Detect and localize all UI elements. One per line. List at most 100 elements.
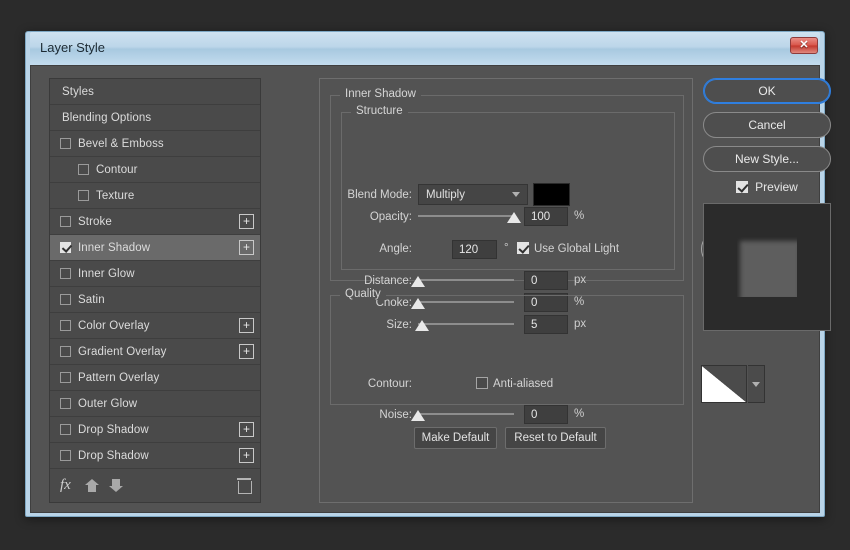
new-style-button[interactable]: New Style... bbox=[703, 146, 831, 172]
noise-unit: % bbox=[574, 408, 584, 420]
effect-enable-checkbox[interactable] bbox=[60, 320, 71, 331]
effects-list-item-bevel-emboss[interactable]: Bevel & Emboss bbox=[50, 131, 260, 157]
opacity-unit: % bbox=[574, 210, 584, 222]
quality-group-title: Quality bbox=[340, 288, 386, 300]
effects-list-item-label: Inner Glow bbox=[78, 268, 135, 280]
move-up-icon[interactable] bbox=[85, 478, 99, 493]
anti-aliased-checkbox[interactable] bbox=[476, 377, 488, 389]
effects-list-item-label: Drop Shadow bbox=[78, 450, 149, 462]
effect-enable-checkbox[interactable] bbox=[60, 346, 71, 357]
angle-unit: ° bbox=[504, 242, 509, 254]
preview-thumbnail bbox=[703, 203, 831, 331]
effects-list-item-pattern-overlay[interactable]: Pattern Overlay bbox=[50, 365, 260, 391]
fx-icon[interactable]: fx bbox=[60, 477, 71, 494]
use-global-light-checkbox[interactable] bbox=[517, 242, 529, 254]
blend-mode-value: Multiply bbox=[426, 189, 465, 201]
effect-enable-checkbox[interactable] bbox=[60, 424, 71, 435]
effects-list-item-label: Contour bbox=[96, 164, 138, 176]
add-effect-instance-button[interactable]: + bbox=[239, 448, 254, 463]
angle-input[interactable]: 120 bbox=[452, 240, 497, 259]
dialog-body: Styles Blending Options Bevel & Emboss Cont… bbox=[30, 65, 820, 513]
effects-list-item-label: Blending Options bbox=[62, 112, 151, 124]
effects-list-item-blending-options[interactable]: Blending Options bbox=[50, 105, 260, 131]
distance-unit: px bbox=[574, 274, 586, 286]
effect-enable-checkbox[interactable] bbox=[60, 294, 71, 305]
effect-enable-checkbox[interactable] bbox=[60, 138, 71, 149]
contour-curve-icon bbox=[702, 366, 746, 402]
effects-list-item-label: Texture bbox=[96, 190, 134, 202]
layer-style-dialog: Layer Style ✕ Styles Blending Options Beve… bbox=[25, 31, 825, 517]
preview-checkbox[interactable] bbox=[736, 181, 748, 193]
opacity-slider-track bbox=[418, 215, 514, 217]
effects-list-item-texture[interactable]: Texture bbox=[50, 183, 260, 209]
blend-mode-select[interactable]: Multiply bbox=[418, 184, 528, 205]
effects-list-item-label: Pattern Overlay bbox=[78, 372, 159, 384]
window-title: Layer Style bbox=[40, 40, 105, 55]
dialog-actions: OK Cancel New Style... Preview bbox=[703, 78, 843, 331]
distance-slider[interactable] bbox=[418, 273, 514, 287]
contour-preview[interactable] bbox=[701, 365, 747, 403]
add-effect-instance-button[interactable]: + bbox=[239, 344, 254, 359]
effects-list-item-stroke[interactable]: Stroke+ bbox=[50, 209, 260, 235]
effect-enable-checkbox[interactable] bbox=[60, 450, 71, 461]
distance-input[interactable]: 0 bbox=[524, 271, 568, 290]
noise-slider-track bbox=[418, 413, 514, 415]
distance-slider-track bbox=[418, 279, 514, 281]
effects-list-item-label: Bevel & Emboss bbox=[78, 138, 164, 150]
opacity-slider-thumb[interactable] bbox=[507, 212, 521, 223]
add-effect-instance-button[interactable]: + bbox=[239, 422, 254, 437]
effects-list-item-inner-shadow[interactable]: Inner Shadow + bbox=[50, 235, 260, 261]
opacity-label: Opacity: bbox=[334, 211, 412, 223]
effect-enable-checkbox[interactable] bbox=[60, 242, 71, 253]
effect-enable-checkbox[interactable] bbox=[78, 164, 89, 175]
trash-icon[interactable] bbox=[238, 478, 250, 493]
effects-list-item-label: Gradient Overlay bbox=[78, 346, 167, 358]
effect-enable-checkbox[interactable] bbox=[60, 268, 71, 279]
use-global-light-label: Use Global Light bbox=[534, 243, 619, 255]
reset-default-button[interactable]: Reset to Default bbox=[505, 427, 606, 449]
shadow-color-swatch[interactable] bbox=[533, 183, 570, 206]
effects-list-item-label: Color Overlay bbox=[78, 320, 150, 332]
effects-list-item-gradient-overlay[interactable]: Gradient Overlay + bbox=[50, 339, 260, 365]
contour-select[interactable] bbox=[748, 365, 765, 403]
effects-list-item-label: Inner Shadow bbox=[78, 242, 150, 254]
effects-list-item-contour[interactable]: Contour bbox=[50, 157, 260, 183]
effects-list-item-drop-shadow[interactable]: Drop Shadow + bbox=[50, 443, 260, 469]
effects-list-item-label: Drop Shadow bbox=[78, 424, 149, 436]
angle-label: Angle: bbox=[334, 243, 412, 255]
add-effect-instance-button[interactable]: + bbox=[239, 214, 254, 229]
effects-list-item-label: Outer Glow bbox=[78, 398, 137, 410]
noise-label: Noise: bbox=[344, 409, 412, 421]
make-default-button[interactable]: Make Default bbox=[414, 427, 497, 449]
noise-slider-thumb[interactable] bbox=[411, 410, 425, 421]
add-effect-instance-button[interactable]: + bbox=[239, 318, 254, 333]
effect-enable-checkbox[interactable] bbox=[60, 398, 71, 409]
noise-slider[interactable] bbox=[418, 407, 514, 421]
effects-list-rows: Styles Blending Options Bevel & Emboss Cont… bbox=[50, 79, 260, 469]
effects-list-item-satin[interactable]: Satin bbox=[50, 287, 260, 313]
add-effect-instance-button[interactable]: + bbox=[239, 240, 254, 255]
cancel-button[interactable]: Cancel bbox=[703, 112, 831, 138]
effects-list-item-outer-glow[interactable]: Outer Glow bbox=[50, 391, 260, 417]
anti-aliased-label: Anti-aliased bbox=[493, 378, 553, 390]
effect-enable-checkbox[interactable] bbox=[78, 190, 89, 201]
effect-enable-checkbox[interactable] bbox=[60, 372, 71, 383]
effects-list-item-styles[interactable]: Styles bbox=[50, 79, 260, 105]
opacity-slider[interactable] bbox=[418, 209, 514, 223]
effects-list-item-color-overlay[interactable]: Color Overlay + bbox=[50, 313, 260, 339]
ok-button[interactable]: OK bbox=[703, 78, 831, 104]
preview-toggle[interactable]: Preview bbox=[703, 180, 831, 194]
effect-enable-checkbox[interactable] bbox=[60, 216, 71, 227]
effects-list-item-inner-glow[interactable]: Inner Glow bbox=[50, 261, 260, 287]
title-bar: Layer Style ✕ bbox=[30, 32, 820, 65]
effects-list-item-drop-shadow[interactable]: Drop Shadow + bbox=[50, 417, 260, 443]
blend-mode-label: Blend Mode: bbox=[334, 189, 412, 201]
effects-list-item-label: Satin bbox=[78, 294, 105, 306]
close-icon[interactable]: ✕ bbox=[790, 37, 818, 54]
effects-list-item-label: Styles bbox=[62, 86, 94, 98]
opacity-input[interactable]: 100 bbox=[524, 207, 568, 226]
noise-input[interactable]: 0 bbox=[524, 405, 568, 424]
move-down-icon[interactable] bbox=[109, 478, 123, 493]
effects-list-footer: fx bbox=[50, 469, 260, 502]
distance-slider-thumb[interactable] bbox=[411, 276, 425, 287]
